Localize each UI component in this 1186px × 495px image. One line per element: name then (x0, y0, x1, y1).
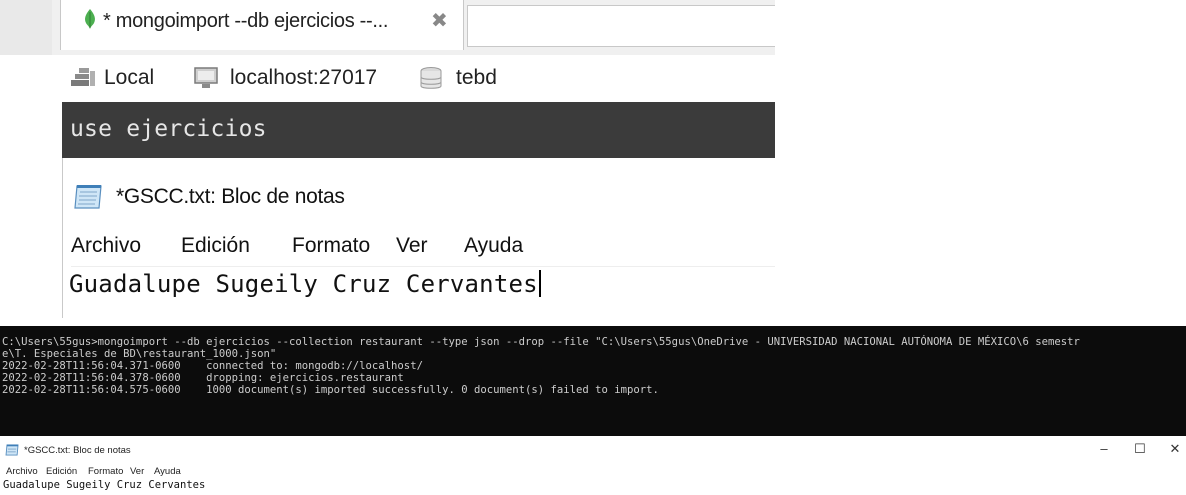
menu-ver[interactable]: Ver (396, 234, 428, 258)
tab-label: * mongoimport --db ejercicios --... (103, 10, 389, 32)
menu-ayuda[interactable]: Ayuda (464, 234, 523, 258)
menu-edicion[interactable]: Edición (46, 466, 77, 477)
command-prompt[interactable]: C:\Users\55gus>mongoimport --db ejercici… (0, 326, 1186, 436)
tab-bar: * mongoimport --db ejercicios --... ✖ (52, 0, 775, 55)
menu-ayuda[interactable]: Ayuda (154, 466, 181, 477)
mongodb-leaf-icon (85, 9, 95, 29)
notepad-text-area[interactable]: Guadalupe Sugeily Cruz Cervantes (3, 479, 205, 491)
tab-mongoimport[interactable]: * mongoimport --db ejercicios --... ✖ (60, 0, 464, 50)
console-line: 2022-02-28T11:56:04.575-0600 1000 docume… (2, 384, 659, 396)
notepad-zoom-window: *GSCC.txt: Bloc de notas Archivo Edición… (62, 158, 775, 318)
tab-close-icon[interactable]: ✖ (431, 8, 448, 33)
console-line: 2022-02-28T11:56:04.378-0600 dropping: e… (2, 372, 404, 384)
notepad-menu-bar: Archivo Edición Formato Ver Ayuda (6, 466, 306, 478)
notepad-menu-bar: Archivo Edición Formato Ver Ayuda (71, 234, 775, 267)
notepad-title: *GSCC.txt: Bloc de notas (116, 185, 345, 208)
breadcrumb-db[interactable]: tebd (456, 66, 497, 90)
console-line: C:\Users\55gus>mongoimport --db ejercici… (2, 336, 1080, 348)
shell-command: use ejercicios (70, 116, 267, 142)
menu-edicion[interactable]: Edición (181, 234, 250, 258)
tab-empty-area (467, 5, 775, 47)
breadcrumb: Local localhost:27017 tebd (62, 55, 775, 100)
menu-formato[interactable]: Formato (88, 466, 123, 477)
menu-formato[interactable]: Formato (292, 234, 370, 258)
close-button[interactable]: ✕ (1160, 440, 1186, 458)
text-caret (538, 270, 541, 297)
notepad-window: *GSCC.txt: Bloc de notas – ☐ ✕ Archivo E… (0, 436, 1186, 495)
notepad-text-area[interactable]: Guadalupe Sugeily Cruz Cervantes (69, 270, 541, 298)
notepad-text: Guadalupe Sugeily Cruz Cervantes (69, 270, 538, 298)
left-sidebar-strip (0, 0, 53, 55)
maximize-button[interactable]: ☐ (1125, 440, 1155, 458)
monitor-icon (194, 67, 218, 88)
menu-ver[interactable]: Ver (130, 466, 144, 477)
shell-editor[interactable]: use ejercicios (62, 102, 775, 158)
console-line: 2022-02-28T11:56:04.371-0600 connected t… (2, 360, 423, 372)
breadcrumb-host[interactable]: localhost:27017 (230, 66, 377, 90)
menu-archivo[interactable]: Archivo (6, 466, 38, 477)
menu-archivo[interactable]: Archivo (71, 234, 141, 258)
notepad-icon (74, 185, 102, 209)
breadcrumb-local[interactable]: Local (104, 66, 154, 90)
notepad-icon (5, 444, 19, 456)
database-icon (420, 67, 442, 89)
mongo-gui-zoom: * mongoimport --db ejercicios --... ✖ Lo… (0, 0, 775, 318)
notepad-title: *GSCC.txt: Bloc de notas (24, 445, 131, 456)
server-rack-icon (71, 68, 95, 86)
console-line: e\T. Especiales de BD\restaurant_1000.js… (2, 348, 277, 360)
minimize-button[interactable]: – (1089, 440, 1119, 458)
